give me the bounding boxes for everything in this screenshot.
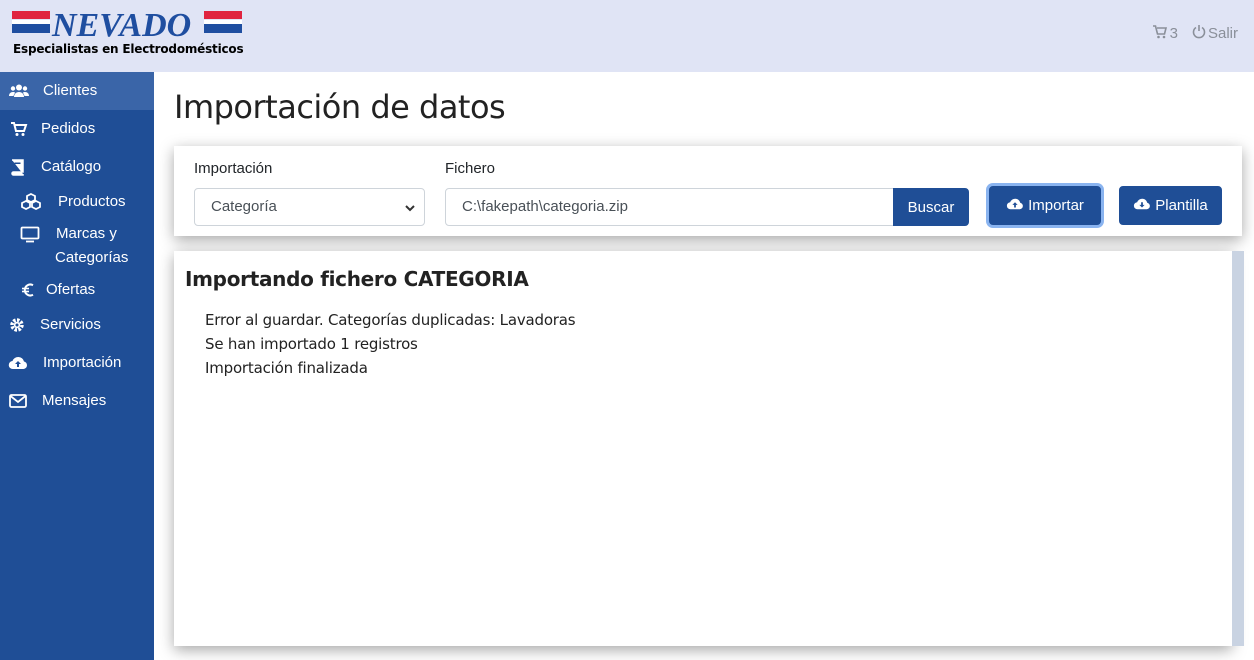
logout-label: Salir (1207, 25, 1238, 42)
cloud-upload-icon (8, 353, 28, 373)
cart-count: 3 (1169, 25, 1178, 42)
sidebar-item-label: Productos (58, 193, 126, 210)
log-line: Error al guardar. Categorías duplicadas:… (205, 311, 576, 329)
top-header: NEVADO Especialistas en Electrodoméstico… (0, 0, 1254, 72)
cart-link[interactable]: 3 (1152, 24, 1178, 43)
cloud-upload-icon (1006, 197, 1024, 215)
template-button[interactable]: Plantilla (1119, 186, 1222, 225)
import-button-label: Importar (1028, 197, 1084, 214)
envelope-icon (8, 391, 28, 411)
log-scrollbar[interactable] (1232, 251, 1244, 646)
import-log-panel: Importando fichero CATEGORIA Error al gu… (174, 251, 1232, 646)
import-form-card: Importación Categoría Fichero C:\fakepat… (174, 146, 1242, 236)
euro-icon (18, 280, 38, 300)
flag-right (204, 11, 242, 33)
logout-link[interactable]: Salir (1192, 24, 1238, 43)
sidebar-item-servicios[interactable]: Servicios (0, 306, 154, 344)
page-title: Importación de datos (174, 88, 506, 126)
import-type-select[interactable]: Categoría (194, 188, 425, 226)
browse-button[interactable]: Buscar (893, 188, 969, 226)
sidebar-item-label: Clientes (43, 82, 98, 99)
sidebar-item-label-2: Categorías (55, 249, 129, 266)
sidebar-item-label: Catálogo (41, 158, 102, 175)
import-button[interactable]: Importar (989, 186, 1101, 225)
sidebar-item-marcas-categorias[interactable]: Marcas y Categorías (0, 218, 154, 274)
cart-icon (9, 119, 29, 139)
chevron-down-icon (404, 201, 416, 218)
sidebar-item-label: Importación (43, 354, 122, 371)
flag-left (12, 11, 50, 33)
sidebar-item-productos[interactable]: Productos (0, 186, 154, 218)
sidebar-item-label: Pedidos (41, 120, 96, 137)
sidebar-item-pedidos[interactable]: Pedidos (0, 110, 154, 148)
sidebar: Clientes Pedidos Catálogo Productos Marc… (0, 72, 154, 660)
sidebar-item-label: Servicios (40, 316, 101, 333)
file-label: Fichero (445, 160, 496, 177)
sidebar-item-clientes[interactable]: Clientes (0, 72, 154, 110)
header-actions: 3 Salir (1152, 24, 1238, 43)
log-title: Importando fichero CATEGORIA (185, 267, 529, 291)
log-line: Importación finalizada (205, 359, 368, 377)
cubes-icon (21, 192, 41, 212)
cloud-download-icon (1133, 197, 1151, 215)
sidebar-item-importacion[interactable]: Importación (0, 344, 154, 382)
sidebar-item-ofertas[interactable]: Ofertas (0, 274, 154, 306)
import-type-label: Importación (194, 160, 273, 177)
log-line: Se han importado 1 registros (205, 335, 418, 353)
users-icon (9, 81, 29, 101)
template-button-label: Plantilla (1155, 197, 1208, 214)
sidebar-item-label: Ofertas (46, 281, 96, 298)
import-type-value: Categoría (211, 198, 277, 215)
sidebar-item-mensajes[interactable]: Mensajes (0, 382, 154, 420)
sidebar-item-catalogo[interactable]: Catálogo (0, 148, 154, 186)
logo-subtitle: Especialistas en Electrodomésticos (13, 42, 244, 56)
cart-icon (1152, 24, 1168, 43)
book-icon (8, 157, 28, 177)
logo-title: NEVADO (52, 7, 192, 44)
nevado-logo[interactable]: NEVADO Especialistas en Electrodoméstico… (12, 8, 244, 60)
sidebar-item-label: Marcas y (56, 225, 117, 242)
power-icon (1192, 24, 1206, 43)
gear-icon (7, 315, 27, 335)
file-path-input[interactable]: C:\fakepath\categoria.zip (445, 188, 894, 226)
monitor-icon (20, 224, 40, 244)
sidebar-item-label: Mensajes (42, 392, 107, 409)
